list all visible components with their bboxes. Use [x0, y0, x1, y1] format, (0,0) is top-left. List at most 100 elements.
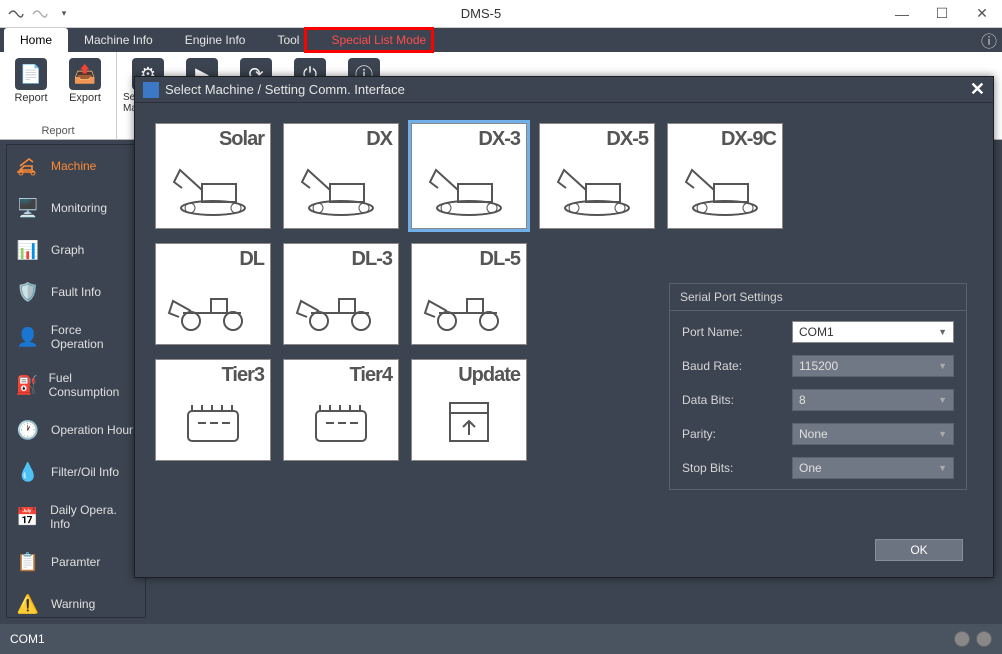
- drop-icon: 💧: [15, 461, 41, 483]
- sidebar-label: Monitoring: [51, 201, 107, 215]
- sidebar-item-filter[interactable]: 💧Filter/Oil Info: [7, 451, 145, 493]
- ribbon-group-report: 📄 Report 📤 Export Report: [0, 52, 117, 139]
- export-icon: 📤: [69, 58, 101, 90]
- sidebar-item-warning[interactable]: ⚠️ Warning: [7, 583, 145, 625]
- sidebar-label: Operation Hour: [51, 423, 133, 437]
- card-label: Update: [418, 364, 520, 387]
- report-button[interactable]: 📄 Report: [6, 54, 56, 104]
- label-parity: Parity:: [682, 427, 792, 441]
- engine-icon: [162, 387, 264, 456]
- export-button[interactable]: 📤 Export: [60, 54, 110, 104]
- machine-card-dx9c[interactable]: DX-9C: [667, 123, 783, 229]
- ok-button[interactable]: OK: [875, 539, 963, 561]
- sidebar-label: Fuel Consumption: [49, 371, 137, 399]
- machine-card-tier3[interactable]: Tier3: [155, 359, 271, 461]
- machine-card-update[interactable]: Update: [411, 359, 527, 461]
- dialog-close-button[interactable]: ✕: [970, 79, 985, 100]
- excavator-icon: [290, 151, 392, 224]
- clipboard-icon: 📋: [15, 551, 41, 573]
- sidebar-item-graph[interactable]: 📊 Graph: [7, 229, 145, 271]
- machine-card-dl5[interactable]: DL-5: [411, 243, 527, 345]
- machine-card-tier4[interactable]: Tier4: [283, 359, 399, 461]
- machine-card-dx3[interactable]: DX-3: [411, 123, 527, 229]
- status-port: COM1: [10, 632, 45, 646]
- machine-card-dx[interactable]: DX: [283, 123, 399, 229]
- window-title: DMS-5: [80, 6, 882, 21]
- sidebar-label: Daily Opera. Info: [50, 503, 137, 531]
- group-label-report: Report: [6, 125, 110, 137]
- sidebar-item-fuel[interactable]: ⛽ Fuel Consumption: [7, 361, 145, 409]
- label-port-name: Port Name:: [682, 325, 792, 339]
- sidebar-label: Machine: [51, 159, 96, 173]
- qat-dropdown[interactable]: ▾: [54, 4, 74, 24]
- sidebar-item-fault[interactable]: 🛡️ Fault Info: [7, 271, 145, 313]
- port-name-select[interactable]: COM1▼: [792, 321, 954, 343]
- maximize-button[interactable]: ☐: [922, 0, 962, 28]
- close-button[interactable]: ✕: [962, 0, 1002, 28]
- excavator-icon: [674, 151, 776, 224]
- dialog-icon: [143, 82, 159, 98]
- machine-card-dl[interactable]: DL: [155, 243, 271, 345]
- machine-card-dl3[interactable]: DL-3: [283, 243, 399, 345]
- card-label: DX-9C: [674, 128, 776, 151]
- tab-engine-info[interactable]: Engine Info: [169, 28, 262, 52]
- loader-icon: [418, 271, 520, 340]
- excavator-icon: [546, 151, 648, 224]
- status-indicators: [954, 631, 992, 647]
- shield-icon: 🛡️: [15, 281, 41, 303]
- data-bits-select[interactable]: 8▼: [792, 389, 954, 411]
- card-label: DX: [290, 128, 392, 151]
- export-label: Export: [69, 92, 101, 104]
- qat-btn-2[interactable]: [30, 4, 50, 24]
- dialog-title-text: Select Machine / Setting Comm. Interface: [165, 82, 405, 97]
- quick-access-toolbar: ▾: [0, 4, 80, 24]
- sidebar-label: Paramter: [51, 555, 100, 569]
- minimize-button[interactable]: ―: [882, 0, 922, 28]
- sidebar-item-force[interactable]: 👤 Force Operation: [7, 313, 145, 361]
- parity-select[interactable]: None▼: [792, 423, 954, 445]
- excavator-icon: [418, 151, 520, 224]
- ribbon-tabs: Home Machine Info Engine Info Tool Speci…: [0, 28, 1002, 52]
- loader-icon: [290, 271, 392, 340]
- label-data-bits: Data Bits:: [682, 393, 792, 407]
- sidebar-item-monitoring[interactable]: 🖥️ Monitoring: [7, 187, 145, 229]
- status-dot-1: [954, 631, 970, 647]
- calendar-icon: 📅: [15, 506, 40, 528]
- machine-card-dx5[interactable]: DX-5: [539, 123, 655, 229]
- clock-icon: 🕐: [15, 419, 41, 441]
- help-icon[interactable]: ⓘ: [976, 28, 1002, 52]
- sidebar-item-daily[interactable]: 📅 Daily Opera. Info: [7, 493, 145, 541]
- graph-icon: 📊: [15, 239, 41, 261]
- card-label: Tier3: [162, 364, 264, 387]
- card-label: Tier4: [290, 364, 392, 387]
- engine-icon: [290, 387, 392, 456]
- label-stop-bits: Stop Bits:: [682, 461, 792, 475]
- card-label: DL: [162, 248, 264, 271]
- dialog-titlebar: Select Machine / Setting Comm. Interface…: [135, 77, 993, 103]
- label-baud-rate: Baud Rate:: [682, 359, 792, 373]
- excavator-icon: [15, 155, 41, 177]
- card-label: DX-5: [546, 128, 648, 151]
- tab-home[interactable]: Home: [4, 28, 68, 52]
- sidebar-label: Force Operation: [51, 323, 137, 351]
- sidebar-label: Warning: [51, 597, 95, 611]
- fuel-icon: ⛽: [15, 374, 39, 396]
- sidebar-item-machine[interactable]: Machine: [7, 145, 145, 187]
- excavator-icon: [162, 151, 264, 224]
- stop-bits-select[interactable]: One▼: [792, 457, 954, 479]
- warning-icon: ⚠️: [15, 593, 41, 615]
- card-label: DL-3: [290, 248, 392, 271]
- person-icon: 👤: [15, 326, 41, 348]
- tab-machine-info[interactable]: Machine Info: [68, 28, 169, 52]
- sidebar-label: Fault Info: [51, 285, 101, 299]
- sidebar-item-operation-hour[interactable]: 🕐 Operation Hour: [7, 409, 145, 451]
- loader-icon: [162, 271, 264, 340]
- baud-rate-select[interactable]: 115200▼: [792, 355, 954, 377]
- qat-btn-1[interactable]: [6, 4, 26, 24]
- monitor-icon: 🖥️: [15, 197, 41, 219]
- settings-panel-title: Serial Port Settings: [670, 284, 966, 311]
- serial-port-settings-panel: Serial Port Settings Port Name: COM1▼ Ba…: [669, 283, 967, 490]
- sidebar-label: Graph: [51, 243, 84, 257]
- machine-card-solar[interactable]: Solar: [155, 123, 271, 229]
- sidebar-item-parameter[interactable]: 📋 Paramter: [7, 541, 145, 583]
